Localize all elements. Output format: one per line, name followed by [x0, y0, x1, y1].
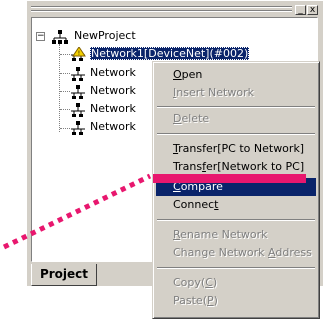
- tree-root-label[interactable]: NewProject: [74, 28, 136, 44]
- tree-node-network-4[interactable]: Network: [90, 101, 136, 117]
- window-titlebar[interactable]: _ x: [29, 5, 318, 15]
- project-icon: [52, 30, 68, 44]
- menu-separator: [157, 133, 315, 135]
- menu-item-connect[interactable]: Connect: [156, 196, 316, 214]
- close-button[interactable]: x: [307, 5, 318, 15]
- menu-item-paste[interactable]: Paste(P): [156, 292, 316, 310]
- tree-node-label: Network: [90, 66, 136, 79]
- titlebar-grip: [31, 6, 292, 8]
- tree-connector: [59, 44, 60, 132]
- minimize-button[interactable]: _: [295, 5, 306, 15]
- menu-item-open[interactable]: Open: [156, 66, 316, 84]
- network-icon: [71, 85, 85, 99]
- network-warning-icon: !: [71, 47, 86, 61]
- tree-node-network-1[interactable]: Network1[DeviceNet](#002): [90, 46, 250, 62]
- menu-item-insert-network[interactable]: Insert Network: [156, 84, 316, 102]
- tree-node-network-2[interactable]: Network: [90, 65, 136, 81]
- tab-project[interactable]: Project: [31, 264, 97, 286]
- tree-node-label: Network1[DeviceNet](#002): [90, 47, 250, 60]
- menu-separator: [157, 106, 315, 108]
- menu-item-delete[interactable]: Delete: [156, 110, 316, 128]
- tree-connector: [60, 91, 70, 92]
- menu-item-mnemonic: C: [205, 276, 213, 289]
- menu-item-text: elete: [181, 112, 210, 125]
- menu-item-text: Change Network: [173, 246, 269, 259]
- menu-item-copy[interactable]: Copy(C): [156, 274, 316, 292]
- tree-node-label: Network: [90, 102, 136, 115]
- menu-item-text: pen: [181, 68, 203, 81]
- titlebar-grip: [31, 10, 292, 12]
- menu-item-text: Copy(: [173, 276, 206, 289]
- menu-item-rename-network[interactable]: Rename Network: [156, 226, 316, 244]
- menu-item-text: ransfer[PC to Network]: [178, 142, 305, 155]
- tree-connector: [60, 109, 70, 110]
- tree-node-label: Network: [90, 120, 136, 133]
- network-icon: [71, 67, 85, 81]
- menu-item-text: nsert Network: [176, 86, 254, 99]
- tree-node-label: Network: [90, 84, 136, 97]
- network-icon: [71, 103, 85, 117]
- tree-connector: [60, 128, 70, 129]
- menu-item-change-network-address[interactable]: Change Network Address: [156, 244, 316, 262]
- tree-node-network-5[interactable]: Network: [90, 119, 136, 135]
- menu-item-mnemonic: P: [206, 294, 214, 307]
- menu-item-text: ename Network: [180, 228, 268, 241]
- menu-item-text: er[Network to PC]: [205, 160, 305, 173]
- menu-item-transfer-pc-to-network[interactable]: Transfer[PC to Network]: [156, 140, 316, 158]
- menu-item-text: ): [212, 276, 218, 289]
- menu-item-mnemonic: t: [214, 198, 219, 211]
- menu-item-text: ddress: [275, 246, 312, 259]
- menu-item-text: Connec: [173, 198, 215, 211]
- menu-item-text: ): [213, 294, 218, 307]
- annotation-highlight: [153, 174, 306, 183]
- svg-text:!: !: [78, 50, 80, 57]
- menu-separator: [157, 267, 315, 269]
- menu-separator: [157, 219, 315, 221]
- menu-item-text: Paste(: [173, 294, 207, 307]
- tree-node-network-3[interactable]: Network: [90, 83, 136, 99]
- menu-item-text: Trans: [173, 160, 203, 173]
- collapse-icon[interactable]: −: [36, 32, 45, 41]
- tree-connector: [60, 54, 70, 55]
- menu-item-mnemonic: O: [173, 68, 182, 81]
- network-icon: [71, 121, 85, 135]
- tree-connector: [60, 73, 70, 74]
- context-menu: Open Insert Network Delete Transfer[PC t…: [152, 61, 320, 319]
